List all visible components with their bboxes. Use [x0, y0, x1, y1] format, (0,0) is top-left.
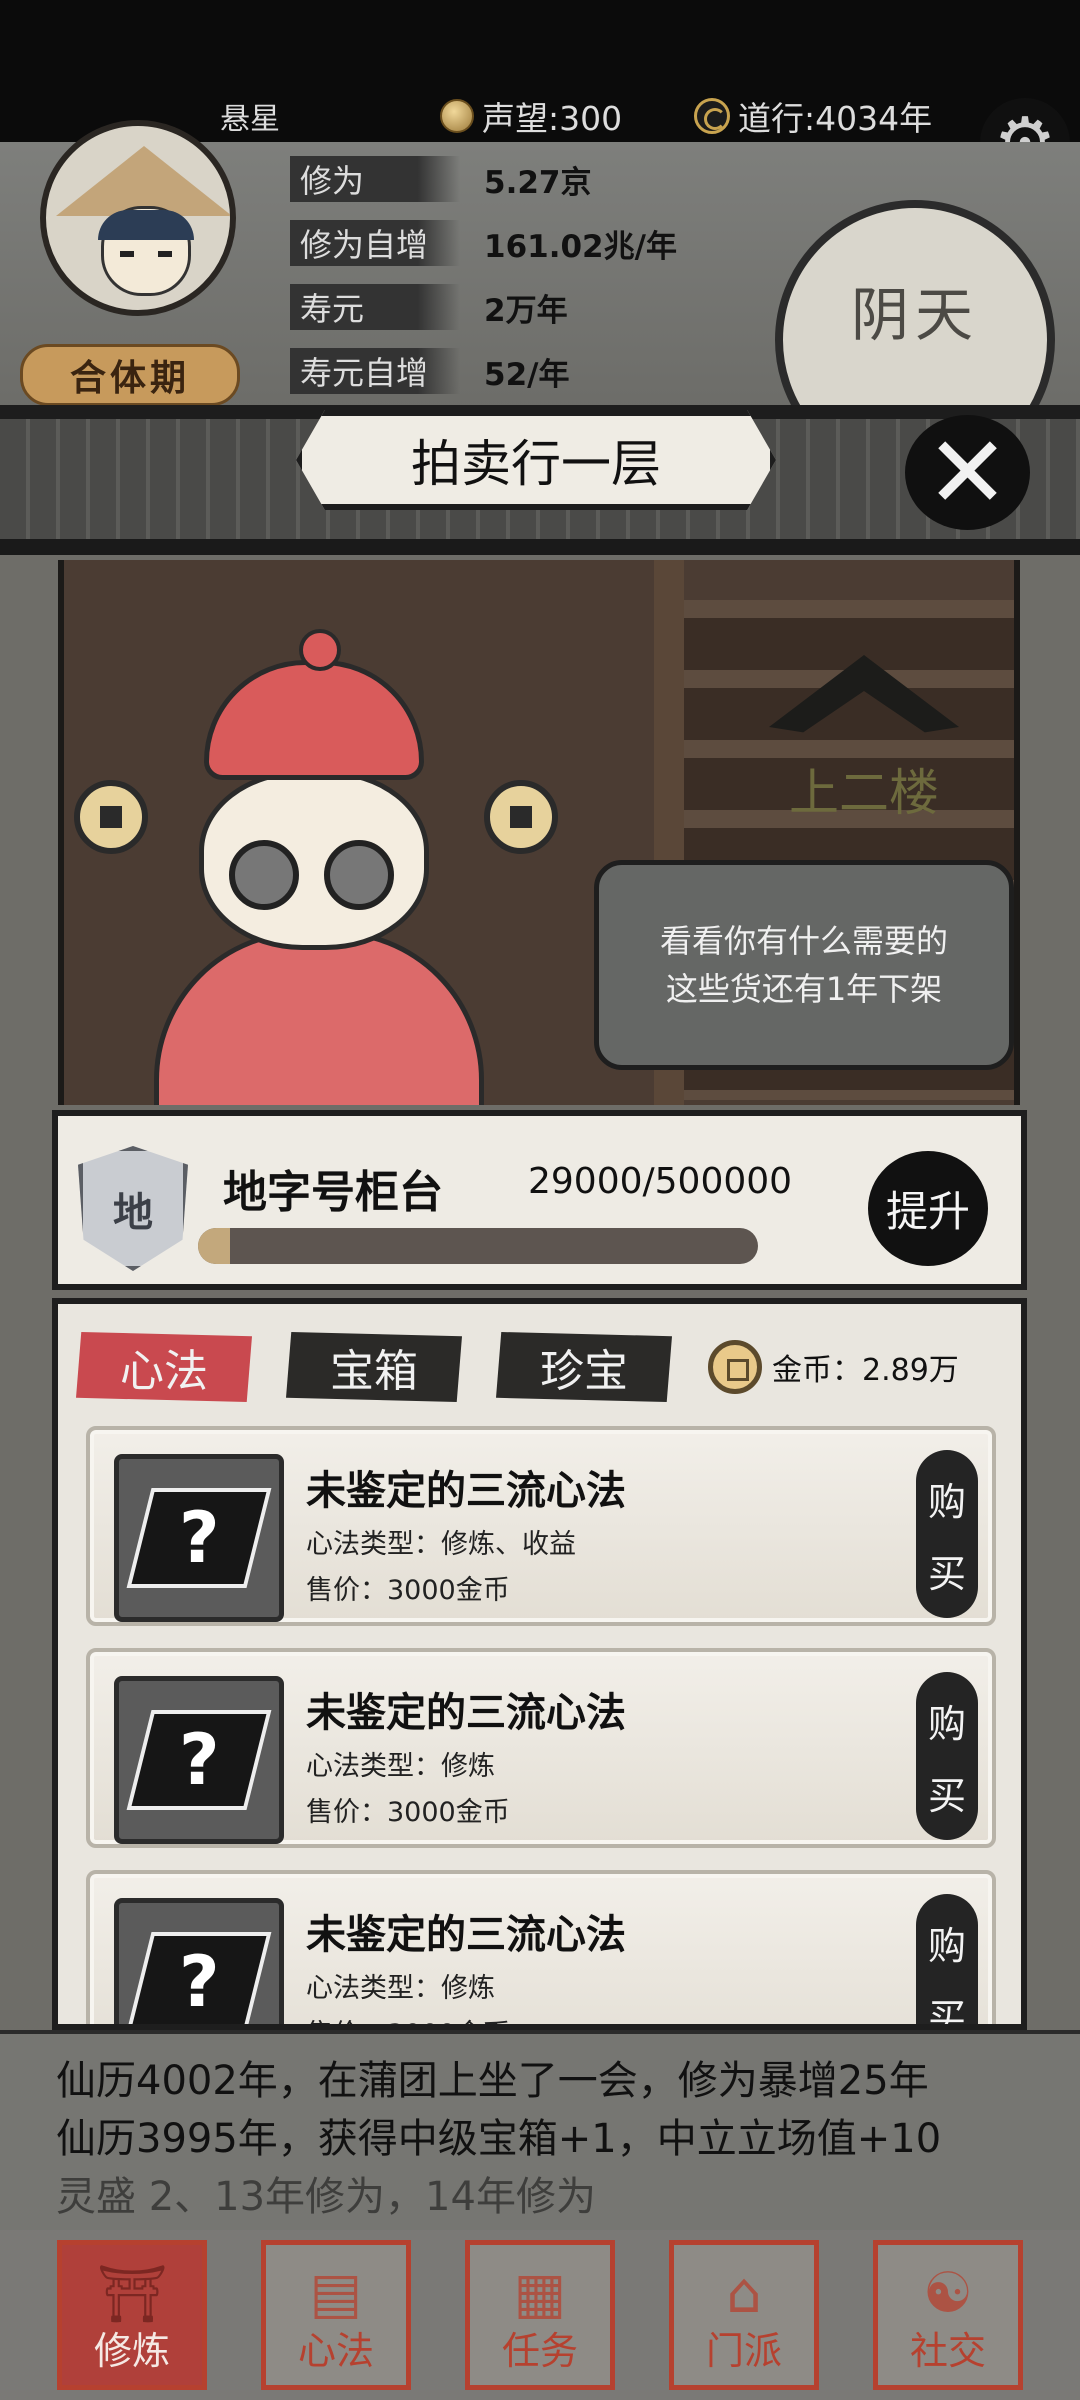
stat-value: 5.27京 — [484, 164, 592, 201]
item-type: 心法类型：修炼 — [306, 1751, 495, 1782]
shop-panel: 心法 宝箱 珍宝 金币：2.89万 ? 未鉴定的三流心法 心法类型：修炼、收益 … — [52, 1298, 1027, 2030]
stat-label: 修为自增 — [290, 220, 460, 266]
event-log[interactable]: 仙历4002年，在蒲团上坐了一会，修为暴增25年 仙历3995年，获得中级宝箱+… — [0, 2030, 1080, 2230]
speech-bubble: 看看你有什么需要的 这些货还有1年下架 — [594, 860, 1014, 1070]
stat-value: 161.02兆/年 — [484, 228, 677, 265]
log-line: 仙历3995年，获得中级宝箱+1，中立立场值+10 — [56, 2116, 942, 2162]
buy-button[interactable]: 购买 — [916, 1672, 978, 1840]
manual-book-icon: ? — [114, 1898, 284, 2024]
nav-social[interactable]: ☯ 社交 — [873, 2240, 1023, 2390]
dialog-title: 拍卖行一层 — [296, 410, 776, 510]
auction-scene: 上二楼 看看你有什么需要的 这些货还有1年下架 — [58, 560, 1020, 1105]
item-name: 未鉴定的三流心法 — [306, 1690, 626, 1736]
stat-lifespan-rate: 寿元自增 52/年 — [290, 344, 820, 398]
progress-fill — [198, 1228, 231, 1264]
manual-book-icon: ? — [114, 1454, 284, 1622]
cultivate-icon: ⛩ — [96, 2262, 168, 2327]
item-type: 心法类型：修炼、收益 — [306, 1529, 576, 1560]
close-icon: ✕ — [925, 413, 1010, 531]
tab-xinfa[interactable]: 心法 — [76, 1332, 252, 1402]
nav-task[interactable]: ▦ 任务 — [465, 2240, 615, 2390]
stat-lifespan: 寿元 2万年 — [290, 280, 820, 334]
upstairs-label: 上二楼 — [789, 764, 939, 822]
stat-value: 2万年 — [484, 292, 568, 329]
item-name: 未鉴定的三流心法 — [306, 1912, 626, 1958]
manual-book-icon: ? — [114, 1676, 284, 1844]
nav-label: 社交 — [909, 2329, 986, 2373]
nav-xinfa[interactable]: ▤ 心法 — [261, 2240, 411, 2390]
scroll-icon: ▤ — [309, 2261, 363, 2326]
log-line: 仙历4002年，在蒲团上坐了一会，修为暴增25年 — [56, 2058, 929, 2104]
stat-label: 寿元自增 — [290, 348, 460, 394]
bottom-nav: ⛩ 修炼 ▤ 心法 ▦ 任务 ⌂ 门派 ☯ 社交 — [0, 2230, 1080, 2400]
counter-name: 地字号柜台 — [223, 1167, 443, 1218]
gold-text: 金币：2.89万 — [772, 1353, 959, 1388]
speech-line: 这些货还有1年下架 — [665, 970, 943, 1008]
item-price: 售价：3000金币 — [306, 1797, 510, 1828]
counter-panel: 地 地字号柜台 29000/500000 提升 — [52, 1110, 1027, 1290]
nav-label: 门派 — [705, 2329, 782, 2373]
buy-button[interactable]: 购买 — [916, 1450, 978, 1618]
upstairs-button[interactable]: 上二楼 — [754, 655, 974, 825]
nav-sect[interactable]: ⌂ 门派 — [669, 2240, 819, 2390]
tab-baoxiang[interactable]: 宝箱 — [286, 1332, 462, 1402]
reputation-stat: 声望:300 — [440, 92, 622, 140]
counter-progress-bar — [198, 1228, 758, 1264]
daoxing-text: 道行:4034年 — [738, 99, 933, 138]
reputation-text: 声望:300 — [482, 99, 623, 138]
counter-grade-badge: 地 — [78, 1146, 188, 1271]
yin-yang-icon — [694, 98, 730, 134]
list-item: ? 未鉴定的三流心法 心法类型：修炼、收益 售价：3000金币 购买 — [86, 1426, 996, 1626]
list-item: ? 未鉴定的三流心法 心法类型：修炼 售价：3000金币 购买 — [86, 1648, 996, 1848]
item-price: 售价：3000金币 — [306, 2012, 510, 2024]
weather-text: 阴天 — [850, 281, 979, 349]
close-button[interactable]: ✕ — [905, 415, 1030, 530]
merchant-illustration — [74, 629, 558, 1105]
upgrade-button[interactable]: 提升 — [868, 1151, 988, 1266]
player-name: 悬星 — [220, 102, 280, 137]
stat-cultivation-rate: 修为自增 161.02兆/年 — [290, 216, 820, 270]
item-name: 未鉴定的三流心法 — [306, 1468, 626, 1514]
task-icon: ▦ — [513, 2261, 567, 2326]
shop-tabs: 心法 宝箱 珍宝 — [76, 1332, 672, 1402]
log-line: 灵盛 2、13年修为，14年修为 — [56, 2174, 596, 2220]
gold-coin-icon — [708, 1340, 762, 1394]
nav-cultivate[interactable]: ⛩ 修炼 — [57, 2240, 207, 2390]
reputation-coin-icon — [440, 99, 474, 133]
sect-icon: ⌂ — [726, 2261, 762, 2326]
buy-button[interactable]: 购买 — [916, 1894, 978, 2024]
up-arrow-icon — [769, 655, 959, 733]
list-item: ? 未鉴定的三流心法 心法类型：修炼 售价：3000金币 购买 — [86, 1870, 996, 2024]
stat-cultivation: 修为 5.27京 — [290, 152, 820, 206]
gold-balance: 金币：2.89万 — [708, 1340, 959, 1394]
daoxing-stat: 道行:4034年 — [694, 92, 932, 140]
speech-line: 看看你有什么需要的 — [659, 922, 948, 960]
nav-label: 任务 — [501, 2329, 578, 2373]
social-icon: ☯ — [922, 2261, 974, 2326]
stat-label: 修为 — [290, 156, 460, 202]
item-price: 售价：3000金币 — [306, 1575, 510, 1606]
tab-zhenbao[interactable]: 珍宝 — [496, 1332, 672, 1402]
counter-progress-text: 29000/500000 — [528, 1161, 793, 1202]
avatar[interactable] — [40, 120, 236, 316]
item-type: 心法类型：修炼 — [306, 1973, 495, 2004]
nav-label: 心法 — [297, 2329, 374, 2373]
stat-label: 寿元 — [290, 284, 460, 330]
stat-value: 52/年 — [484, 356, 570, 393]
realm-badge: 合体期 — [20, 344, 240, 406]
nav-label: 修炼 — [93, 2329, 170, 2373]
